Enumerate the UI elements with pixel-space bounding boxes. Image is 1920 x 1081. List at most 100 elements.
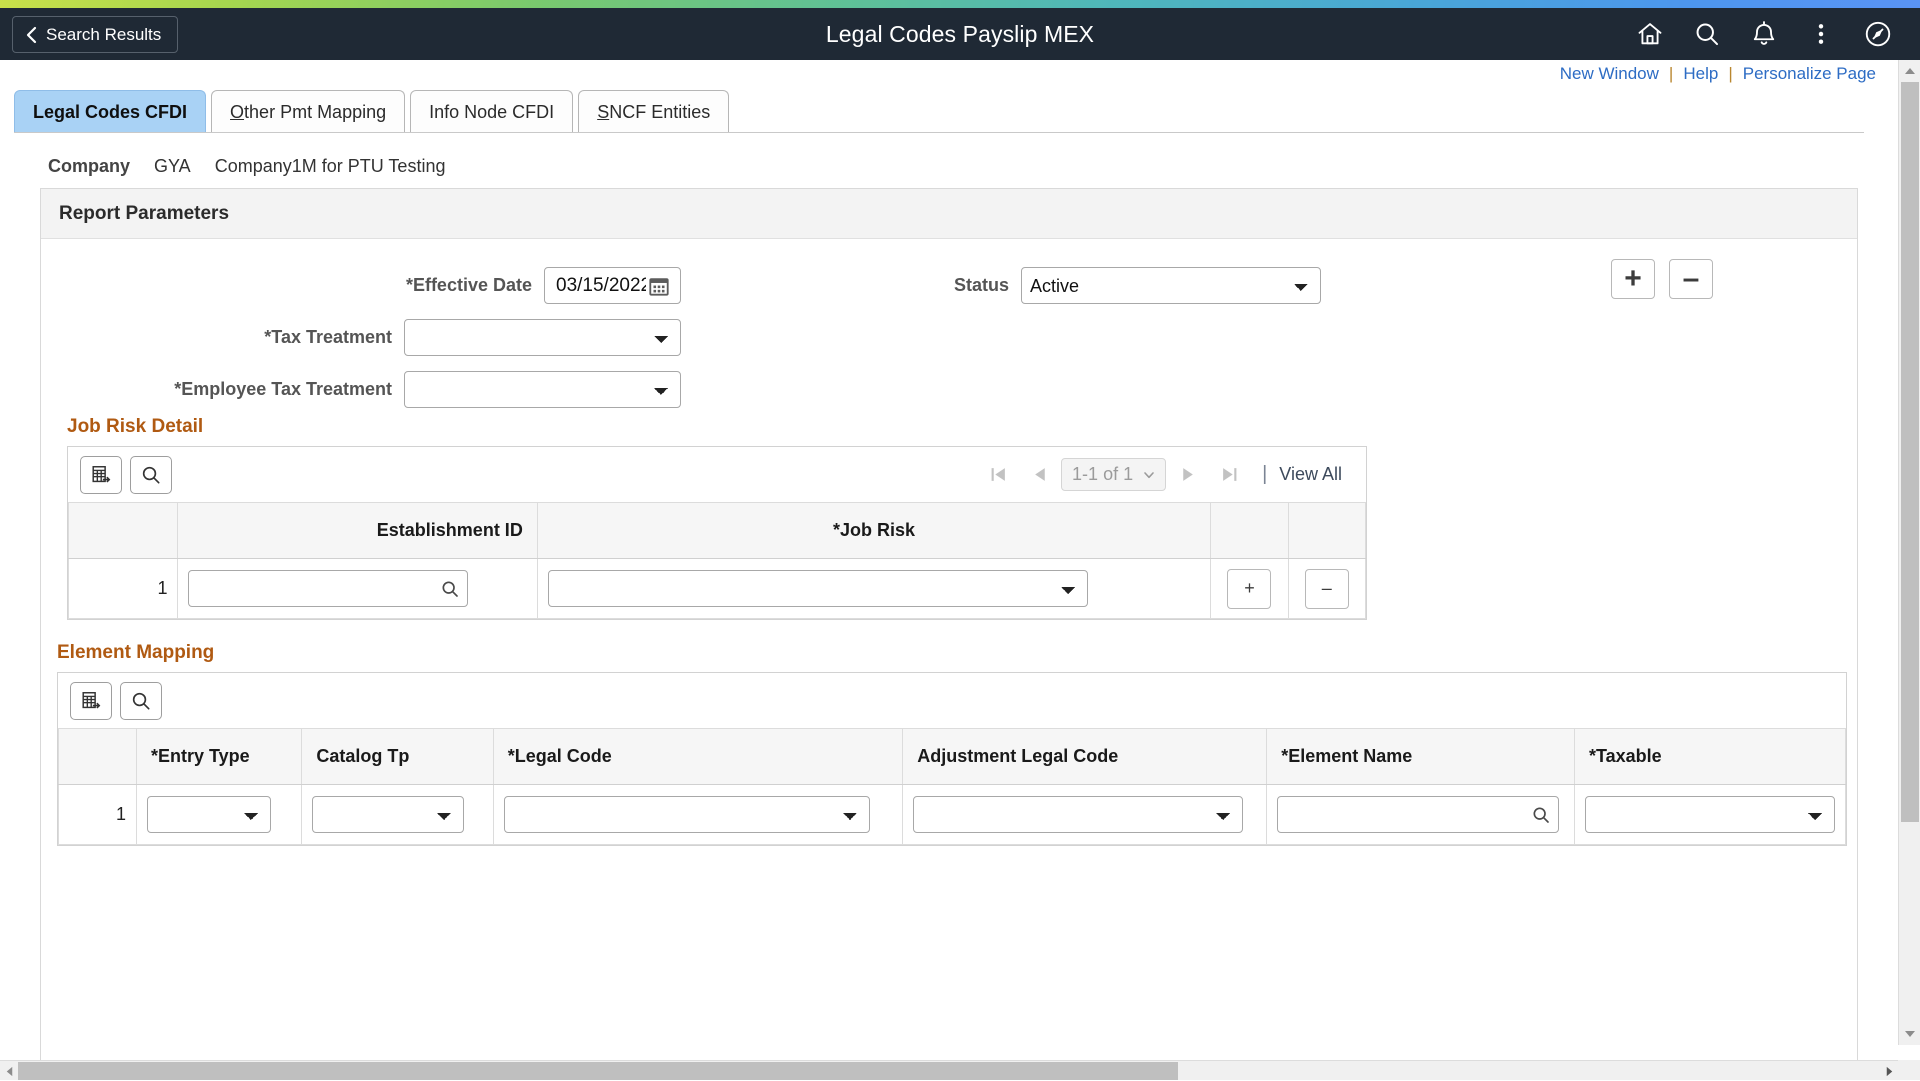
cell-delete-row: – (1288, 559, 1365, 619)
last-page-icon[interactable] (1208, 456, 1250, 494)
report-parameters-header: Report Parameters (41, 189, 1857, 239)
tab-label: NCF Entities (609, 102, 710, 123)
tab-label: Info Node CFDI (429, 102, 554, 123)
actions-menu-icon[interactable] (1792, 8, 1849, 60)
company-code: GYA (154, 156, 191, 177)
navbar-icon[interactable] (1849, 8, 1906, 60)
col-catalog-tp: Catalog Tp (302, 729, 493, 785)
tab-info-node-cfdi[interactable]: Info Node CFDI (410, 90, 573, 133)
scrollbar-corner (1898, 1060, 1920, 1080)
adjustment-legal-code-select[interactable] (913, 796, 1243, 833)
page-count-label: 1-1 of 1 (1072, 464, 1133, 485)
job-risk-header-row: Establishment ID *Job Risk (69, 503, 1366, 559)
row-number: 1 (59, 785, 137, 845)
vertical-scrollbar-thumb[interactable] (1901, 82, 1919, 822)
element-name-lookup (1277, 796, 1559, 833)
cell-job-risk (537, 559, 1210, 619)
next-page-icon[interactable] (1166, 456, 1208, 494)
job-risk-select[interactable] (548, 570, 1088, 607)
tab-legal-codes-cfdi[interactable]: Legal Codes CFDI (14, 90, 206, 133)
col-legal-code: *Legal Code (493, 729, 902, 785)
establishment-id-input[interactable] (188, 570, 468, 607)
element-name-input[interactable] (1277, 796, 1559, 833)
tab-label: ther Pmt Mapping (244, 102, 386, 123)
scroll-left-icon[interactable] (0, 1061, 18, 1081)
status-row: Status Active (881, 267, 1321, 304)
find-search-icon[interactable] (120, 682, 162, 720)
cell-adjustment-legal-code (903, 785, 1267, 845)
minus-icon: – (1683, 264, 1700, 294)
report-parameters-panel: Report Parameters *Effective Date (40, 188, 1858, 1060)
col-element-name: *Element Name (1267, 729, 1575, 785)
plus-icon: + (1244, 578, 1255, 599)
chevron-down-icon (1143, 469, 1155, 481)
first-page-icon[interactable] (977, 456, 1019, 494)
cell-taxable (1574, 785, 1845, 845)
find-search-icon[interactable] (130, 456, 172, 494)
company-label: Company (48, 156, 130, 177)
vertical-scrollbar[interactable] (1898, 60, 1920, 1045)
tab-sncf-entities[interactable]: SNCF Entities (578, 90, 729, 133)
tab-bar-divider (14, 132, 1864, 133)
company-row: Company GYA Company1M for PTU Testing (48, 156, 445, 177)
legal-code-select[interactable] (504, 796, 870, 833)
table-row: 1 (69, 559, 1366, 619)
search-icon[interactable] (1678, 8, 1735, 60)
grid-download-icon[interactable] (80, 456, 122, 494)
add-effective-dated-row-button[interactable]: + (1611, 259, 1655, 299)
report-parameters-form: *Effective Date *Tax T (41, 239, 1857, 414)
tax-treatment-select[interactable] (404, 319, 681, 356)
scroll-down-icon[interactable] (1899, 1023, 1920, 1045)
col-entry-type: *Entry Type (136, 729, 301, 785)
cell-establishment-id (178, 559, 537, 619)
calendar-icon[interactable] (648, 275, 670, 297)
grid-download-icon[interactable] (70, 682, 112, 720)
lookup-search-icon[interactable] (1531, 805, 1551, 825)
employee-tax-treatment-select[interactable] (404, 371, 681, 408)
entry-type-select[interactable] (147, 796, 271, 833)
previous-page-icon[interactable] (1019, 456, 1061, 494)
tab-accesskey: S (597, 102, 609, 123)
taxable-select[interactable] (1585, 796, 1835, 833)
new-window-link[interactable]: New Window (1560, 64, 1659, 84)
app-header: Search Results Legal Codes Payslip MEX (0, 8, 1920, 60)
page-tab-bar: Legal Codes CFDI Other Pmt Mapping Info … (14, 90, 729, 133)
link-separator-1: | (1669, 64, 1673, 84)
page-count-dropdown[interactable]: 1-1 of 1 (1061, 458, 1166, 491)
col-delete (1288, 503, 1365, 559)
scroll-up-icon[interactable] (1899, 60, 1920, 82)
col-rownum (69, 503, 178, 559)
effective-date-input[interactable] (554, 274, 648, 298)
company-description: Company1M for PTU Testing (215, 156, 446, 177)
cell-entry-type (136, 785, 301, 845)
lookup-search-icon[interactable] (440, 579, 460, 599)
col-establishment-id: Establishment ID (178, 503, 537, 559)
add-job-risk-row-button[interactable]: + (1227, 569, 1271, 609)
job-risk-detail-title: Job Risk Detail (41, 416, 1857, 438)
col-job-risk: *Job Risk (537, 503, 1210, 559)
scroll-right-icon[interactable] (1880, 1061, 1898, 1081)
delete-effective-dated-row-button[interactable]: – (1669, 259, 1713, 299)
catalog-tp-select[interactable] (312, 796, 464, 833)
horizontal-scrollbar-thumb[interactable] (18, 1062, 1178, 1080)
delete-job-risk-row-button[interactable]: – (1305, 569, 1349, 609)
employee-tax-treatment-row: *Employee Tax Treatment (41, 371, 681, 408)
horizontal-scrollbar[interactable] (0, 1060, 1920, 1080)
tab-accesskey: O (230, 102, 244, 123)
status-label: Status (881, 275, 1021, 296)
establishment-id-lookup (188, 570, 468, 607)
bell-icon[interactable] (1735, 8, 1792, 60)
view-all-link[interactable]: View All (1279, 464, 1348, 485)
help-link[interactable]: Help (1683, 64, 1718, 84)
job-risk-detail-grid: 1-1 of 1 | View All (67, 446, 1367, 620)
pager-separator: | (1262, 463, 1267, 486)
element-mapping-grid: *Entry Type Catalog Tp *Legal Code Adjus… (57, 672, 1847, 846)
personalize-page-link[interactable]: Personalize Page (1743, 64, 1876, 84)
header-icon-group (1621, 8, 1906, 60)
tab-label: Legal Codes CFDI (33, 102, 187, 123)
status-select[interactable]: Active (1021, 267, 1321, 304)
element-mapping-grid-toolbar (58, 673, 1846, 728)
tab-other-pmt-mapping[interactable]: Other Pmt Mapping (211, 90, 405, 133)
home-icon[interactable] (1621, 8, 1678, 60)
plus-icon: + (1624, 264, 1642, 294)
